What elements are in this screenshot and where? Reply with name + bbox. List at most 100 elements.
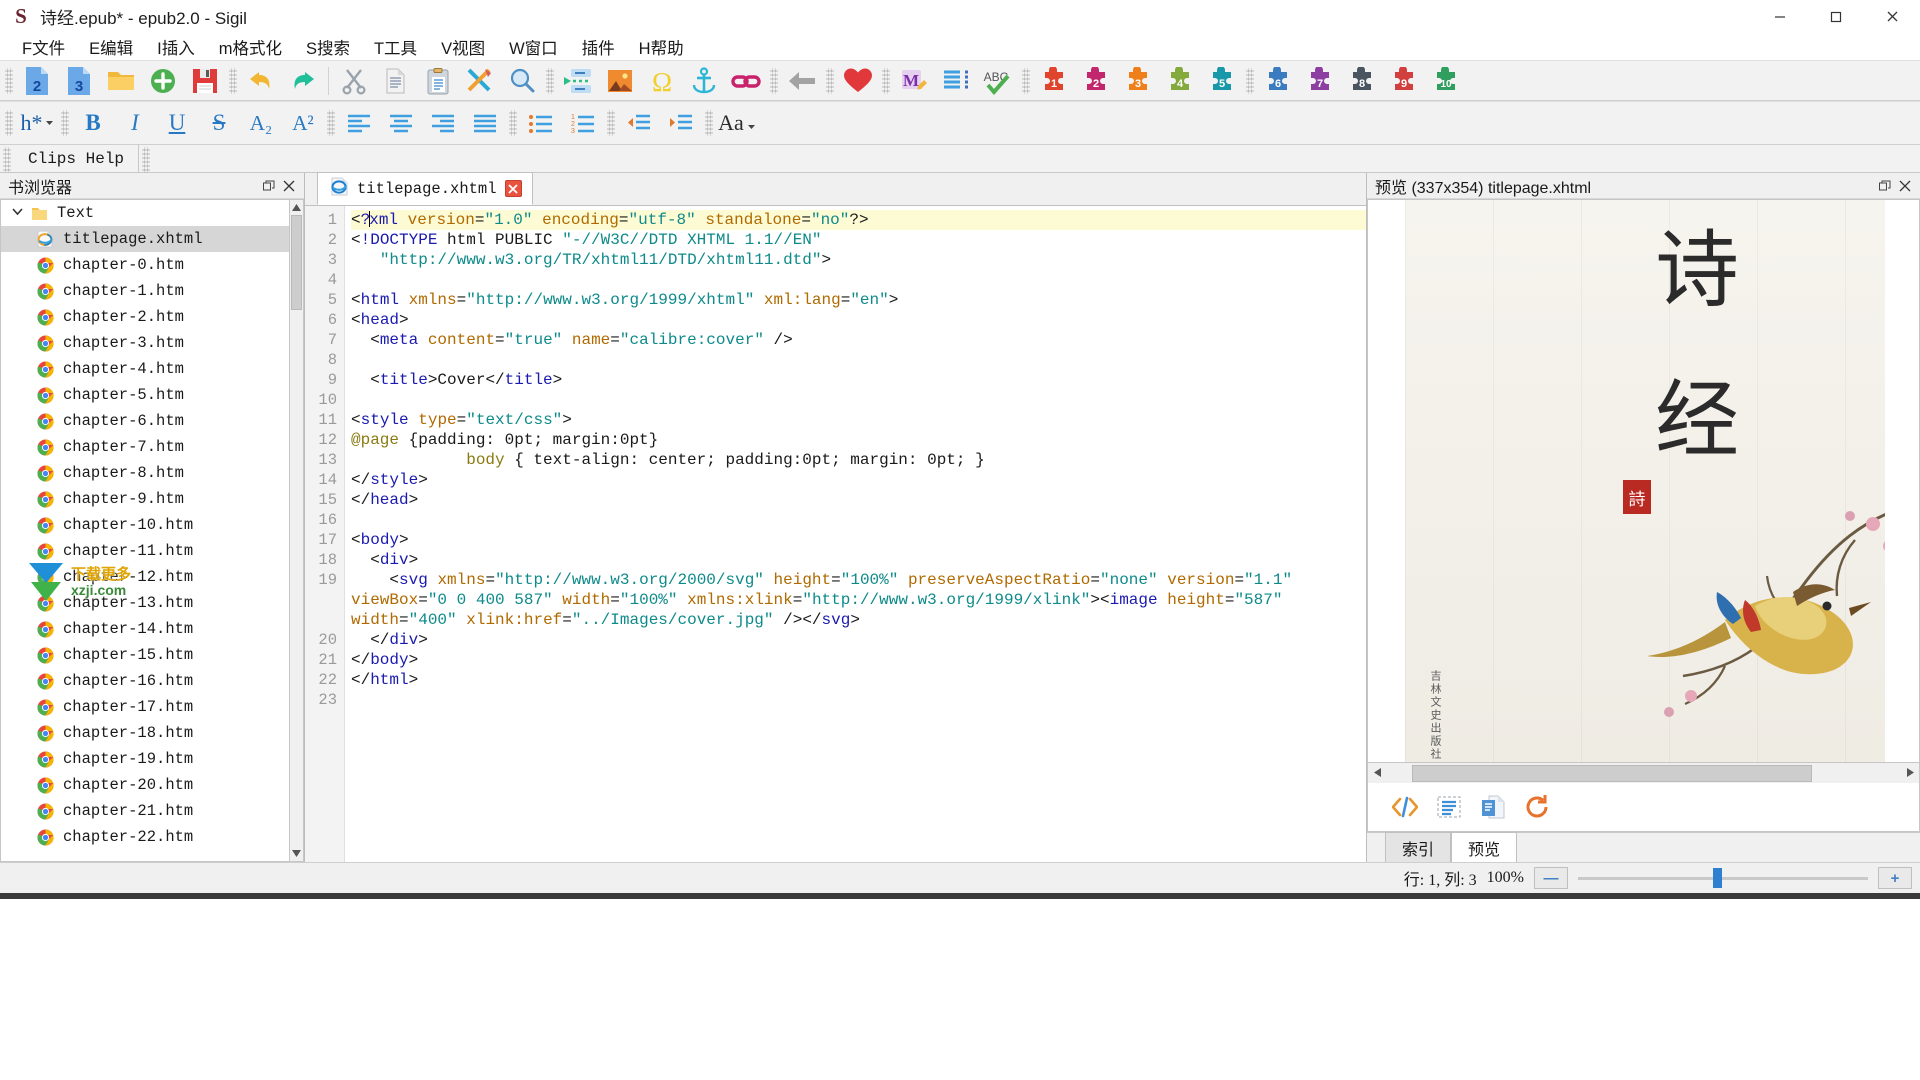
- clips-help-tab[interactable]: Clips Help: [14, 145, 140, 172]
- list-item[interactable]: chapter-20.htm: [1, 772, 289, 798]
- list-item[interactable]: chapter-8.htm: [1, 460, 289, 486]
- split-marker-icon[interactable]: [557, 63, 599, 99]
- list-item[interactable]: chapter-6.htm: [1, 408, 289, 434]
- subscript-icon[interactable]: A₂: [240, 105, 282, 141]
- zoom-slider[interactable]: [1578, 867, 1868, 889]
- tree-root-text[interactable]: Text: [1, 200, 289, 226]
- code-line[interactable]: <body>: [351, 530, 1366, 550]
- code-line[interactable]: body { text-align: center; padding:0pt; …: [351, 450, 1366, 470]
- code-line[interactable]: <head>: [351, 310, 1366, 330]
- book-browser-scrollbar[interactable]: [289, 199, 304, 862]
- code-line[interactable]: <title>Cover</title>: [351, 370, 1366, 390]
- toolbar-grip[interactable]: [509, 110, 517, 136]
- plugin-4-icon[interactable]: 4: [1159, 63, 1201, 99]
- menu-tools[interactable]: T工具: [362, 33, 429, 61]
- plugin-6-icon[interactable]: 6: [1257, 63, 1299, 99]
- restore-icon[interactable]: [260, 176, 278, 196]
- editor-tab-titlepage[interactable]: titlepage.xhtml: [317, 172, 533, 205]
- menu-format[interactable]: m格式化: [207, 33, 294, 61]
- plugin-1-icon[interactable]: 1: [1033, 63, 1075, 99]
- heart-icon[interactable]: [837, 63, 879, 99]
- generate-toc-icon[interactable]: [935, 63, 977, 99]
- list-item[interactable]: chapter-13.htm: [1, 590, 289, 616]
- list-item[interactable]: chapter-18.htm: [1, 720, 289, 746]
- list-item[interactable]: chapter-10.htm: [1, 512, 289, 538]
- save-icon[interactable]: [184, 63, 226, 99]
- menu-insert[interactable]: I插入: [145, 33, 207, 61]
- list-item[interactable]: chapter-16.htm: [1, 668, 289, 694]
- code-line[interactable]: </html>: [351, 670, 1366, 690]
- heading-select-icon[interactable]: h*: [16, 105, 58, 141]
- menu-search[interactable]: S搜索: [294, 33, 362, 61]
- list-item[interactable]: chapter-9.htm: [1, 486, 289, 512]
- menu-window[interactable]: W窗口: [497, 33, 570, 61]
- minimize-button[interactable]: [1752, 0, 1808, 34]
- list-item[interactable]: chapter-17.htm: [1, 694, 289, 720]
- toolbar-grip[interactable]: [142, 147, 151, 173]
- superscript-icon[interactable]: A²: [282, 105, 324, 141]
- toolbar-grip[interactable]: [229, 67, 237, 94]
- close-button[interactable]: [1864, 0, 1920, 34]
- menu-file[interactable]: F文件: [10, 33, 77, 61]
- plugin-7-icon[interactable]: 7: [1299, 63, 1341, 99]
- list-item[interactable]: chapter-21.htm: [1, 798, 289, 824]
- close-icon[interactable]: [504, 180, 522, 197]
- list-item[interactable]: chapter-15.htm: [1, 642, 289, 668]
- menu-view[interactable]: V视图: [429, 33, 497, 61]
- zoom-out-button[interactable]: —: [1534, 867, 1568, 889]
- plugin-3-icon[interactable]: 3: [1117, 63, 1159, 99]
- code-line[interactable]: <svg xmlns="http://www.w3.org/2000/svg" …: [351, 570, 1366, 630]
- list-item[interactable]: chapter-22.htm: [1, 824, 289, 850]
- list-item[interactable]: chapter-11.htm: [1, 538, 289, 564]
- toolbar-grip[interactable]: [5, 110, 13, 136]
- align-left-icon[interactable]: [338, 105, 380, 141]
- list-item[interactable]: chapter-4.htm: [1, 356, 289, 382]
- plugin-5-icon[interactable]: 5: [1201, 63, 1243, 99]
- close-icon[interactable]: [280, 176, 298, 196]
- code-line[interactable]: [351, 350, 1366, 370]
- toolbar-grip[interactable]: [5, 67, 13, 94]
- code-editor[interactable]: 1 2 3 4 5 6 7 8 9 10 11 12 13 14 15 16 17 18 19 20 21 22 23 <?…: [305, 206, 1366, 862]
- toolbar-grip[interactable]: [61, 110, 69, 136]
- toolbar-grip[interactable]: [770, 67, 778, 94]
- tab-preview[interactable]: 预览: [1451, 832, 1518, 862]
- tab-index[interactable]: 索引: [1385, 832, 1452, 862]
- toolbar-grip[interactable]: [3, 147, 11, 173]
- restore-icon[interactable]: [1876, 176, 1894, 196]
- plugin-10-icon[interactable]: 10: [1425, 63, 1467, 99]
- insert-special-char-icon[interactable]: Ω: [641, 63, 683, 99]
- toolbar-grip[interactable]: [826, 67, 834, 94]
- scroll-down-arrow-icon[interactable]: [290, 846, 303, 861]
- underline-icon[interactable]: U: [156, 105, 198, 141]
- reload-icon[interactable]: [1518, 789, 1556, 825]
- toolbar-grip[interactable]: [1022, 67, 1030, 94]
- align-justify-icon[interactable]: [464, 105, 506, 141]
- code-line[interactable]: [351, 690, 1366, 710]
- code-line[interactable]: </div>: [351, 630, 1366, 650]
- inspect-icon[interactable]: [1430, 789, 1468, 825]
- metadata-editor-icon[interactable]: M: [893, 63, 935, 99]
- list-item[interactable]: chapter-14.htm: [1, 616, 289, 642]
- menu-plugins[interactable]: 插件: [570, 33, 627, 61]
- increase-indent-icon[interactable]: [660, 105, 702, 141]
- back-icon[interactable]: [781, 63, 823, 99]
- code-line[interactable]: <meta content="true" name="calibre:cover…: [351, 330, 1366, 350]
- align-center-icon[interactable]: [380, 105, 422, 141]
- insert-image-icon[interactable]: [599, 63, 641, 99]
- toolbar-grip[interactable]: [1246, 67, 1254, 94]
- toolbar-grip[interactable]: [327, 110, 335, 136]
- toolbar-grip[interactable]: [705, 110, 713, 136]
- chevron-down-icon[interactable]: [7, 206, 27, 221]
- bold-icon[interactable]: B: [72, 105, 114, 141]
- code-line[interactable]: </head>: [351, 490, 1366, 510]
- toolbar-grip[interactable]: [546, 67, 554, 94]
- code-line[interactable]: </body>: [351, 650, 1366, 670]
- code-line[interactable]: <?xml version="1.0" encoding="utf-8" sta…: [351, 210, 1366, 230]
- cut-icon[interactable]: [333, 63, 375, 99]
- copy-icon[interactable]: [375, 63, 417, 99]
- scroll-right-arrow-icon[interactable]: [1901, 767, 1919, 779]
- change-case-icon[interactable]: Aa: [716, 105, 758, 141]
- plugin-8-icon[interactable]: 8: [1341, 63, 1383, 99]
- scroll-left-arrow-icon[interactable]: [1368, 767, 1386, 779]
- list-item[interactable]: chapter-3.htm: [1, 330, 289, 356]
